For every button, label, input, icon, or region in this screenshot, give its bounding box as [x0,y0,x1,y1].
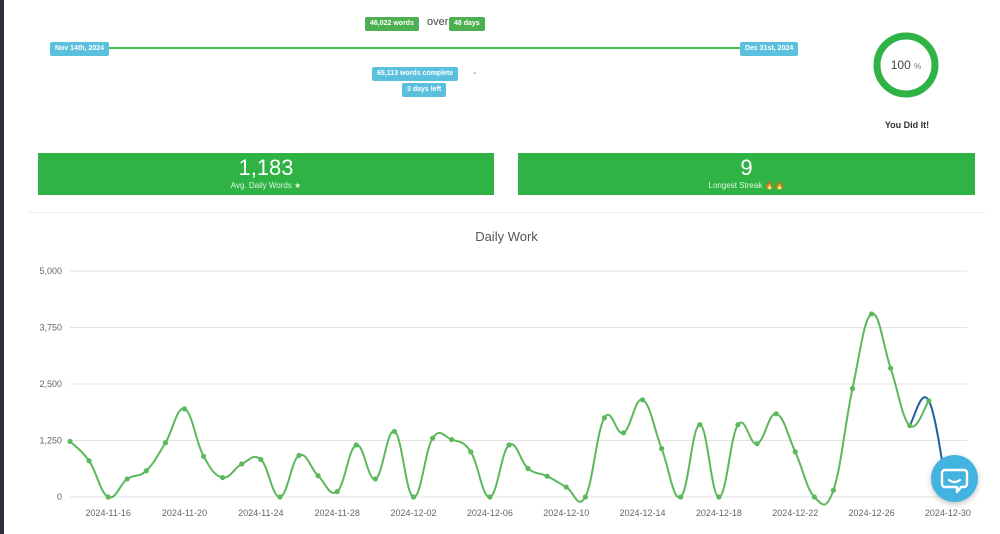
section-divider [28,212,986,213]
chat-support-button[interactable] [931,455,978,502]
data-point [830,487,837,493]
data-point [620,430,627,436]
data-point [353,442,359,448]
data-point [678,494,684,500]
data-point [868,311,875,317]
data-point [811,494,817,500]
x-tick-label: 2024-12-26 [849,508,895,518]
data-point [907,422,913,429]
data-point [639,397,646,403]
data-point [200,453,207,459]
data-point [525,465,531,472]
dash-separator: - [473,68,477,79]
progress-percent: 100 % [872,31,940,99]
data-point [449,436,455,443]
data-point [716,494,722,500]
x-tick-label: 2024-11-20 [162,508,207,518]
data-point [582,494,588,500]
data-point [86,458,92,464]
progress-caption: You Did It! [884,120,930,130]
y-tick-label: 2,500 [39,379,62,389]
data-point [792,449,798,455]
longest-streak-label: Longest Streak 🔥🔥 [708,181,785,190]
avg-daily-words-label: Avg. Daily Words ★ [230,181,302,190]
data-point [67,438,73,445]
data-point [544,473,550,479]
chat-bubble-icon [940,468,969,494]
x-tick-label: 2024-12-10 [543,508,589,518]
avg-daily-words-card: 1,183 Avg. Daily Words ★ [38,153,494,195]
y-tick-label: 1,250 [39,436,62,446]
x-tick-label: 2024-12-06 [467,508,513,518]
data-point [754,441,760,447]
x-tick-label: 2024-11-28 [315,508,360,518]
x-tick-label: 2024-12-02 [391,508,437,518]
data-point [391,428,398,435]
data-point [124,476,130,482]
y-tick-label: 5,000 [39,266,62,276]
longest-streak-card: 9 Longest Streak 🔥🔥 [518,153,975,195]
data-point [296,452,302,459]
progress-percent-value: 100 [890,58,911,72]
data-point [849,385,856,392]
data-point [143,468,149,474]
data-point [430,435,436,441]
progress-percent-sign: % [914,62,922,71]
data-point [277,494,283,500]
over-label: over [427,16,449,28]
data-point [659,446,665,452]
longest-streak-value: 9 [740,155,753,180]
words-complete-badge: 65,113 words complete [372,67,459,81]
data-point [735,422,741,428]
data-point [105,494,111,500]
end-date-badge: Dec 31st, 2024 [740,42,799,56]
days-left-badge: 3 days left [402,83,447,97]
data-point [888,365,894,371]
data-point [181,406,188,412]
data-point [487,494,493,500]
progress-ring: 100 % [872,31,940,99]
avg-daily-words-value: 1,183 [238,155,294,180]
timeline-bar [108,47,748,49]
data-point [926,398,932,404]
data-point [220,474,226,481]
chart-title: Daily Work [475,229,538,244]
data-point [506,442,512,448]
data-point [601,415,607,421]
data-point [563,484,569,490]
data-point [697,422,703,428]
x-tick-label: 2024-12-14 [620,508,666,518]
y-tick-label: 3,750 [39,323,62,333]
data-point [372,476,378,482]
words-goal-badge: 46,022 words [365,17,419,31]
daily-work-chart: Daily Work 0 1,250 2,500 3,750 5,000 2024-11-1… [39,229,971,518]
x-tick-label: 2024-12-22 [772,508,818,518]
data-point [468,449,474,455]
days-badge: 48 days [449,17,485,31]
data-point [315,473,321,479]
data-point [410,494,417,500]
start-date-badge: Nov 14th, 2024 [50,42,110,56]
y-tick-label: 0 [57,492,62,502]
data-point [334,488,340,495]
x-tick-label: 2024-12-18 [696,508,742,518]
data-point [162,440,169,446]
x-tick-label: 2024-12-30 [925,508,971,518]
x-tick-label: 2024-11-24 [238,508,283,518]
data-point [239,461,245,467]
data-point [258,456,264,463]
series-line-green [69,312,930,506]
x-tick-label: 2024-11-16 [85,508,130,518]
data-point [773,411,779,417]
